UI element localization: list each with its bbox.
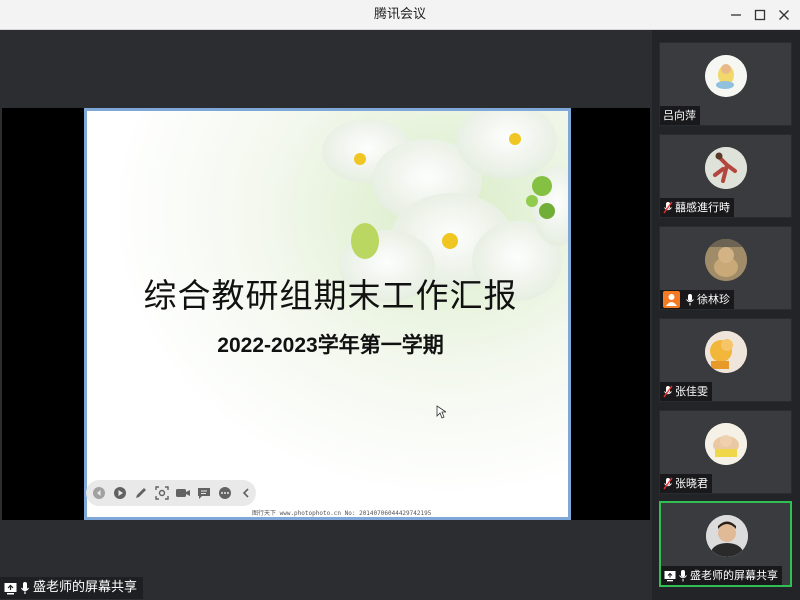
participant-name-bar: 徐林珍 (660, 290, 734, 309)
play-icon (114, 487, 126, 499)
share-label-text: 盛老师的屏幕共享 (33, 580, 138, 595)
mouse-cursor-icon (436, 405, 446, 419)
participant-tile[interactable]: 吕向萍 (659, 42, 792, 126)
cartoon-avatar-icon (705, 55, 747, 97)
participant-name-bar: 盛老师的屏幕共享 (661, 566, 782, 585)
avatar (705, 423, 747, 465)
participant-name: 盛老师的屏幕共享 (690, 569, 778, 582)
previous-icon (93, 487, 105, 499)
microphone-muted-icon (663, 477, 673, 490)
participant-name-bar: 张晓君 (660, 474, 712, 493)
screen-share-icon (664, 570, 676, 581)
image-watermark: 图行天下 www.photophoto.cn No: 2014070604442… (252, 510, 432, 517)
play-button[interactable] (111, 484, 129, 502)
camera-button[interactable] (174, 484, 192, 502)
participant-name-bar: 张佳雯 (660, 382, 712, 401)
photo-avatar-icon (705, 239, 747, 281)
photo-avatar-icon (705, 331, 747, 373)
participant-tile[interactable]: 张佳雯 (659, 318, 792, 402)
photo-avatar-icon (706, 515, 748, 557)
more-button[interactable] (216, 484, 234, 502)
screen-share-icon (4, 582, 17, 594)
more-icon (219, 487, 231, 499)
avatar (705, 239, 747, 281)
photo-avatar-icon (705, 423, 747, 465)
window-title: 腾讯会议 (373, 7, 426, 22)
presentation-toolbar (86, 480, 256, 506)
participant-name-bar: 吕向萍 (660, 106, 700, 125)
pen-button[interactable] (132, 484, 150, 502)
presentation-slide: 综合教研组期末工作汇报 2022-2023学年第一学期 图行天下 www.pho… (84, 108, 571, 520)
avatar (705, 55, 747, 97)
microphone-muted-icon (663, 201, 673, 214)
zoom-button[interactable] (153, 484, 171, 502)
participant-name: 张佳雯 (675, 385, 708, 398)
participant-tile-active[interactable]: 盛老师的屏幕共享 (659, 501, 792, 587)
participant-tile[interactable]: 囍感進行時 (659, 134, 792, 218)
chevron-left-icon (242, 488, 249, 498)
avatar (705, 147, 747, 189)
focus-icon (155, 486, 169, 500)
chat-button[interactable] (195, 484, 213, 502)
host-badge-icon (663, 291, 680, 308)
microphone-muted-icon (663, 385, 673, 398)
participant-name-bar: 囍感進行時 (660, 198, 734, 217)
microphone-icon (686, 294, 694, 306)
previous-button[interactable] (90, 484, 108, 502)
slide-subtitle: 2022-2023学年第一学期 (217, 334, 444, 357)
participant-name: 张晓君 (675, 477, 708, 490)
close-icon (779, 10, 789, 20)
avatar (706, 515, 748, 557)
participant-tile[interactable]: 徐林珍 (659, 226, 792, 310)
minimize-icon (731, 14, 741, 16)
chat-icon (198, 488, 210, 499)
participant-name: 徐林珍 (697, 293, 730, 306)
title-bar: 腾讯会议 (0, 0, 800, 30)
participant-tile[interactable]: 张晓君 (659, 410, 792, 494)
collapse-toolbar-button[interactable] (237, 484, 255, 502)
microphone-icon (21, 582, 29, 594)
slide-title: 综合教研组期末工作汇报 (143, 276, 518, 315)
screen-share-label: 盛老师的屏幕共享 (0, 577, 144, 599)
participant-name: 囍感進行時 (675, 201, 730, 214)
maximize-icon (754, 9, 766, 21)
photo-avatar-icon (705, 147, 747, 189)
video-camera-icon (176, 489, 190, 497)
participant-name: 吕向萍 (663, 109, 696, 122)
pen-icon (136, 488, 146, 498)
avatar (705, 331, 747, 373)
close-button[interactable] (768, 0, 800, 30)
microphone-icon (679, 570, 687, 582)
participant-panel: 吕向萍 囍感進行時 徐林珍 张佳雯 张晓君 盛老师的屏幕共享 (652, 30, 800, 600)
